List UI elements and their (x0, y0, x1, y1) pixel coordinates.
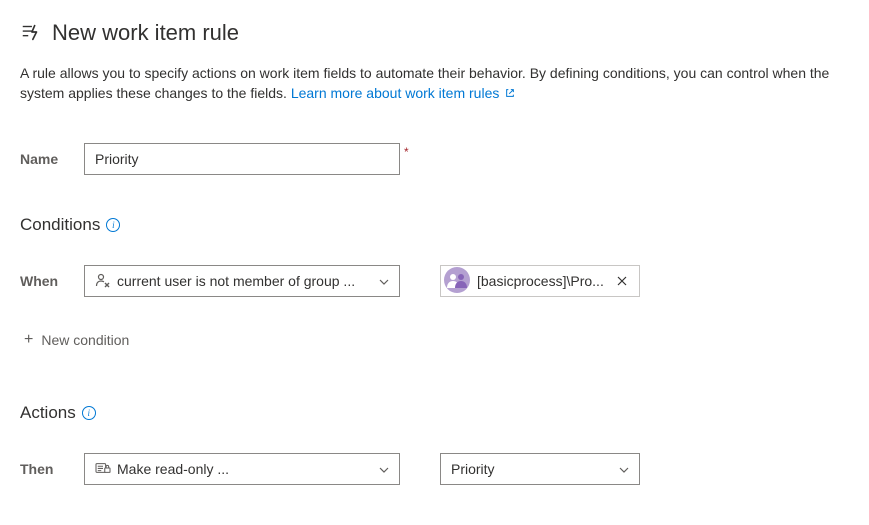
action-type-dropdown[interactable]: Make read-only ... (84, 453, 400, 485)
external-link-icon (503, 85, 515, 101)
conditions-heading: Conditions (20, 215, 100, 235)
rule-icon (20, 21, 42, 46)
learn-more-link[interactable]: Learn more about work item rules (291, 85, 515, 101)
person-x-icon (95, 272, 111, 291)
plus-icon: + (24, 331, 33, 349)
when-label: When (20, 273, 84, 289)
group-chip-label: [basicprocess]\Pro... (477, 273, 611, 289)
action-field-dropdown[interactable]: Priority (440, 453, 640, 485)
actions-heading: Actions (20, 403, 76, 423)
chevron-down-icon (379, 274, 389, 288)
readonly-icon (95, 461, 111, 478)
condition-type-dropdown[interactable]: current user is not member of group ... (84, 265, 400, 297)
info-icon[interactable]: i (106, 218, 120, 232)
chevron-down-icon (379, 462, 389, 476)
remove-group-button[interactable] (611, 269, 633, 293)
then-label: Then (20, 461, 84, 477)
page-description: A rule allows you to specify actions on … (20, 64, 849, 103)
info-icon[interactable]: i (82, 406, 96, 420)
group-chip[interactable]: [basicprocess]\Pro... (440, 265, 640, 297)
group-avatar-icon (441, 266, 477, 297)
name-label: Name (20, 151, 84, 167)
name-input[interactable] (84, 143, 400, 175)
new-condition-button[interactable]: + New condition (20, 327, 849, 353)
page-title: New work item rule (52, 20, 239, 46)
required-indicator: * (404, 145, 409, 159)
chevron-down-icon (619, 462, 629, 476)
